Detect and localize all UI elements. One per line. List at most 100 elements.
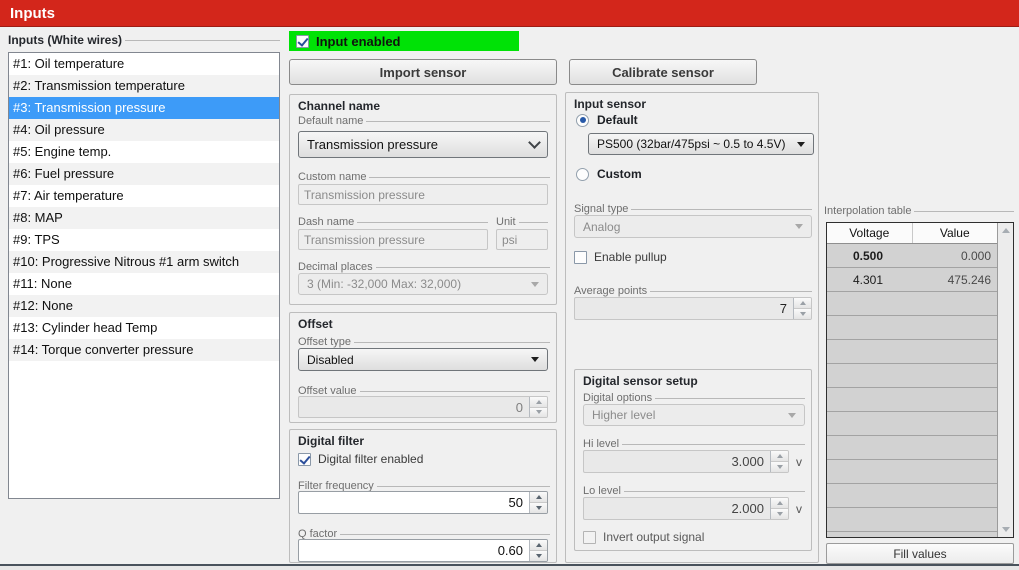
hi-level-spinner[interactable]: 3.000 [583,450,789,473]
signal-type-label: Signal type [574,203,812,215]
spinner-buttons[interactable] [793,298,811,319]
lo-level-unit: v [796,502,802,516]
scroll-up-icon[interactable] [998,223,1013,238]
digital-options-combo[interactable]: Higher level [583,404,805,426]
inputs-list[interactable]: #1: Oil temperature #2: Transmission tem… [8,52,280,499]
filter-frequency-spinner[interactable]: 50 [298,491,548,514]
interpolation-table-label: Interpolation table [824,205,1014,217]
table-row-empty[interactable] [827,364,997,388]
list-item-3-selected[interactable]: #3: Transmission pressure [9,97,279,119]
table-row-empty[interactable] [827,412,997,436]
dash-name-input[interactable]: Transmission pressure [298,229,488,250]
unit-input[interactable]: psi [496,229,548,250]
table-row-empty[interactable] [827,484,997,508]
offset-type-label: Offset type [298,336,550,348]
table-scrollbar[interactable] [997,223,1013,537]
hi-level-label: Hi level [583,438,805,450]
table-row-empty[interactable] [827,532,997,537]
input-enabled-checkbox[interactable] [296,34,309,48]
dropdown-arrow-icon [797,141,805,147]
dropdown-arrow-icon [795,224,803,229]
channel-name-group: Channel name Default name Transmission p… [289,94,557,305]
signal-type-combo[interactable]: Analog [574,215,812,238]
invert-output-row[interactable]: Invert output signal [583,530,704,544]
unit-label: Unit [496,216,548,228]
list-item-10[interactable]: #10: Progressive Nitrous #1 arm switch [9,251,279,273]
input-sensor-title: Input sensor [574,97,647,111]
input-enabled-banner[interactable]: Input enabled [289,31,519,51]
invert-output-label: Invert output signal [603,530,705,544]
decimal-places-combo[interactable]: 3 (Min: -32,000 Max: 32,000) [298,273,548,295]
sensor-select-combo[interactable]: PS500 (32bar/475psi ~ 0.5 to 4.5V) [588,133,814,155]
page-title: Inputs [10,4,55,22]
scroll-down-icon[interactable] [998,522,1013,537]
table-row[interactable]: 4.301 475.246 [827,268,997,292]
interpolation-table-body[interactable]: Voltage Value 0.500 0.000 4.301 475.246 [827,223,997,537]
custom-name-input[interactable]: Transmission pressure [298,184,548,205]
lo-level-spinner[interactable]: 2.000 [583,497,789,520]
chevron-down-icon [528,136,541,149]
list-item-1[interactable]: #1: Oil temperature [9,53,279,75]
enable-pullup-row[interactable]: Enable pullup [574,250,667,264]
calibrate-sensor-button[interactable]: Calibrate sensor [569,59,757,85]
interpolation-table[interactable]: Voltage Value 0.500 0.000 4.301 475.246 [826,222,1014,538]
average-points-spinner[interactable]: 7 [574,297,812,320]
digital-filter-group: Digital filter Digital filter enabled Fi… [289,429,557,563]
default-sensor-radio-row[interactable]: Default [576,113,638,127]
list-item-12[interactable]: #12: None [9,295,279,317]
spinner-buttons[interactable] [529,540,547,561]
default-name-combo[interactable]: Transmission pressure [298,131,548,158]
custom-sensor-radio[interactable] [576,167,589,181]
decimal-places-label: Decimal places [298,261,550,273]
enable-pullup-checkbox[interactable] [574,250,587,264]
lo-level-label: Lo level [583,485,805,497]
digital-sensor-setup-title: Digital sensor setup [583,374,698,388]
list-item-4[interactable]: #4: Oil pressure [9,119,279,141]
voltage-column-header: Voltage [827,223,913,243]
digital-filter-enabled-label: Digital filter enabled [318,452,424,466]
invert-output-checkbox[interactable] [583,530,596,544]
table-row-empty[interactable] [827,460,997,484]
custom-sensor-radio-row[interactable]: Custom [576,167,642,181]
digital-filter-enabled-checkbox[interactable] [298,452,311,466]
digital-filter-enabled-row[interactable]: Digital filter enabled [298,452,423,466]
list-item-9[interactable]: #9: TPS [9,229,279,251]
default-sensor-radio[interactable] [576,113,589,127]
spinner-buttons[interactable] [770,451,788,472]
list-item-13[interactable]: #13: Cylinder head Temp [9,317,279,339]
dropdown-arrow-icon [531,357,539,362]
table-row-empty[interactable] [827,436,997,460]
digital-sensor-setup-group: Digital sensor setup Digital options Hig… [574,369,812,551]
offset-group: Offset Offset type Disabled Offset value… [289,312,557,423]
fill-values-button[interactable]: Fill values [826,543,1014,564]
list-item-2[interactable]: #2: Transmission temperature [9,75,279,97]
import-sensor-button[interactable]: Import sensor [289,59,557,85]
list-item-8[interactable]: #8: MAP [9,207,279,229]
spinner-buttons[interactable] [529,397,547,417]
list-item-7[interactable]: #7: Air temperature [9,185,279,207]
table-row-empty[interactable] [827,316,997,340]
list-item-6[interactable]: #6: Fuel pressure [9,163,279,185]
offset-value-spinner[interactable]: 0 [298,396,548,418]
hi-level-unit: v [796,455,802,469]
list-item-5[interactable]: #5: Engine temp. [9,141,279,163]
interpolation-table-header: Voltage Value [827,223,997,244]
spinner-buttons[interactable] [770,498,788,519]
custom-name-label: Custom name [298,171,550,183]
enable-pullup-label: Enable pullup [594,250,667,264]
digital-filter-title: Digital filter [298,434,365,448]
table-row-empty[interactable] [827,292,997,316]
dropdown-arrow-icon [531,281,539,287]
table-row-empty[interactable] [827,388,997,412]
spinner-buttons[interactable] [529,492,547,513]
q-factor-spinner[interactable]: 0.60 [298,539,548,562]
dash-name-label: Dash name [298,216,488,228]
offset-type-combo[interactable]: Disabled [298,348,548,371]
list-item-14[interactable]: #14: Torque converter pressure [9,339,279,361]
dropdown-arrow-icon [788,412,796,418]
default-name-label: Default name [298,115,550,127]
table-row-empty[interactable] [827,508,997,532]
table-row[interactable]: 0.500 0.000 [827,244,997,268]
table-row-empty[interactable] [827,340,997,364]
list-item-11[interactable]: #11: None [9,273,279,295]
